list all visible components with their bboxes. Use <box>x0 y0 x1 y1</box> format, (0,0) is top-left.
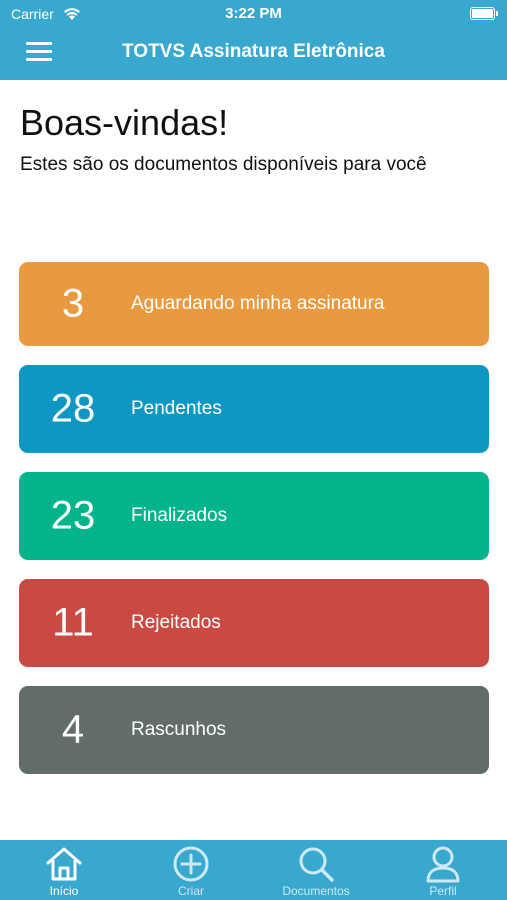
app-title: TOTVS Assinatura Eletrônica <box>122 41 385 62</box>
home-icon <box>46 847 82 881</box>
card-label: Rejeitados <box>131 612 221 633</box>
search-icon <box>299 847 334 882</box>
card-count: 11 <box>52 600 94 645</box>
battery-icon <box>470 7 498 20</box>
card-pending[interactable]: 28 Pendentes <box>19 365 489 453</box>
card-label: Finalizados <box>131 505 228 526</box>
tab-documents[interactable]: Documentos <box>253 840 379 900</box>
tab-create[interactable]: Criar <box>128 840 254 900</box>
card-count: 28 <box>50 386 96 431</box>
card-label: Aguardando minha assinatura <box>131 293 385 314</box>
tab-label: Perfil <box>429 884 457 898</box>
status-bar: Carrier 3:22 PM <box>0 0 507 28</box>
card-rejected[interactable]: 11 Rejeitados <box>19 579 489 667</box>
card-label: Rascunhos <box>131 719 227 740</box>
tab-bar: Início Criar Documentos Perfil <box>0 840 507 900</box>
tab-label: Início <box>49 884 79 898</box>
card-count: 3 <box>61 281 85 326</box>
tab-label: Documentos <box>282 884 350 898</box>
tab-profile[interactable]: Perfil <box>380 840 506 900</box>
navigation-bar: TOTVS Assinatura Eletrônica <box>0 28 507 78</box>
top-bar: Carrier 3:22 PM TOTVS Assinatura Eletrôn… <box>0 0 507 80</box>
card-awaiting-signature[interactable]: 3 Aguardando minha assinatura <box>19 262 489 346</box>
card-drafts[interactable]: 4 Rascunhos <box>19 686 489 774</box>
plus-circle-icon <box>173 846 209 882</box>
card-finished[interactable]: 23 Finalizados <box>19 472 489 560</box>
card-count: 4 <box>61 707 85 752</box>
tab-home[interactable]: Início <box>1 840 127 900</box>
clock-time: 3:22 PM <box>225 5 282 22</box>
card-count: 23 <box>50 493 96 538</box>
welcome-subtitle: Estes são os documentos disponíveis para… <box>20 154 427 175</box>
card-label: Pendentes <box>131 398 222 419</box>
user-icon <box>426 846 460 883</box>
tab-label: Criar <box>178 884 204 898</box>
welcome-heading: Boas-vindas! <box>20 102 229 143</box>
